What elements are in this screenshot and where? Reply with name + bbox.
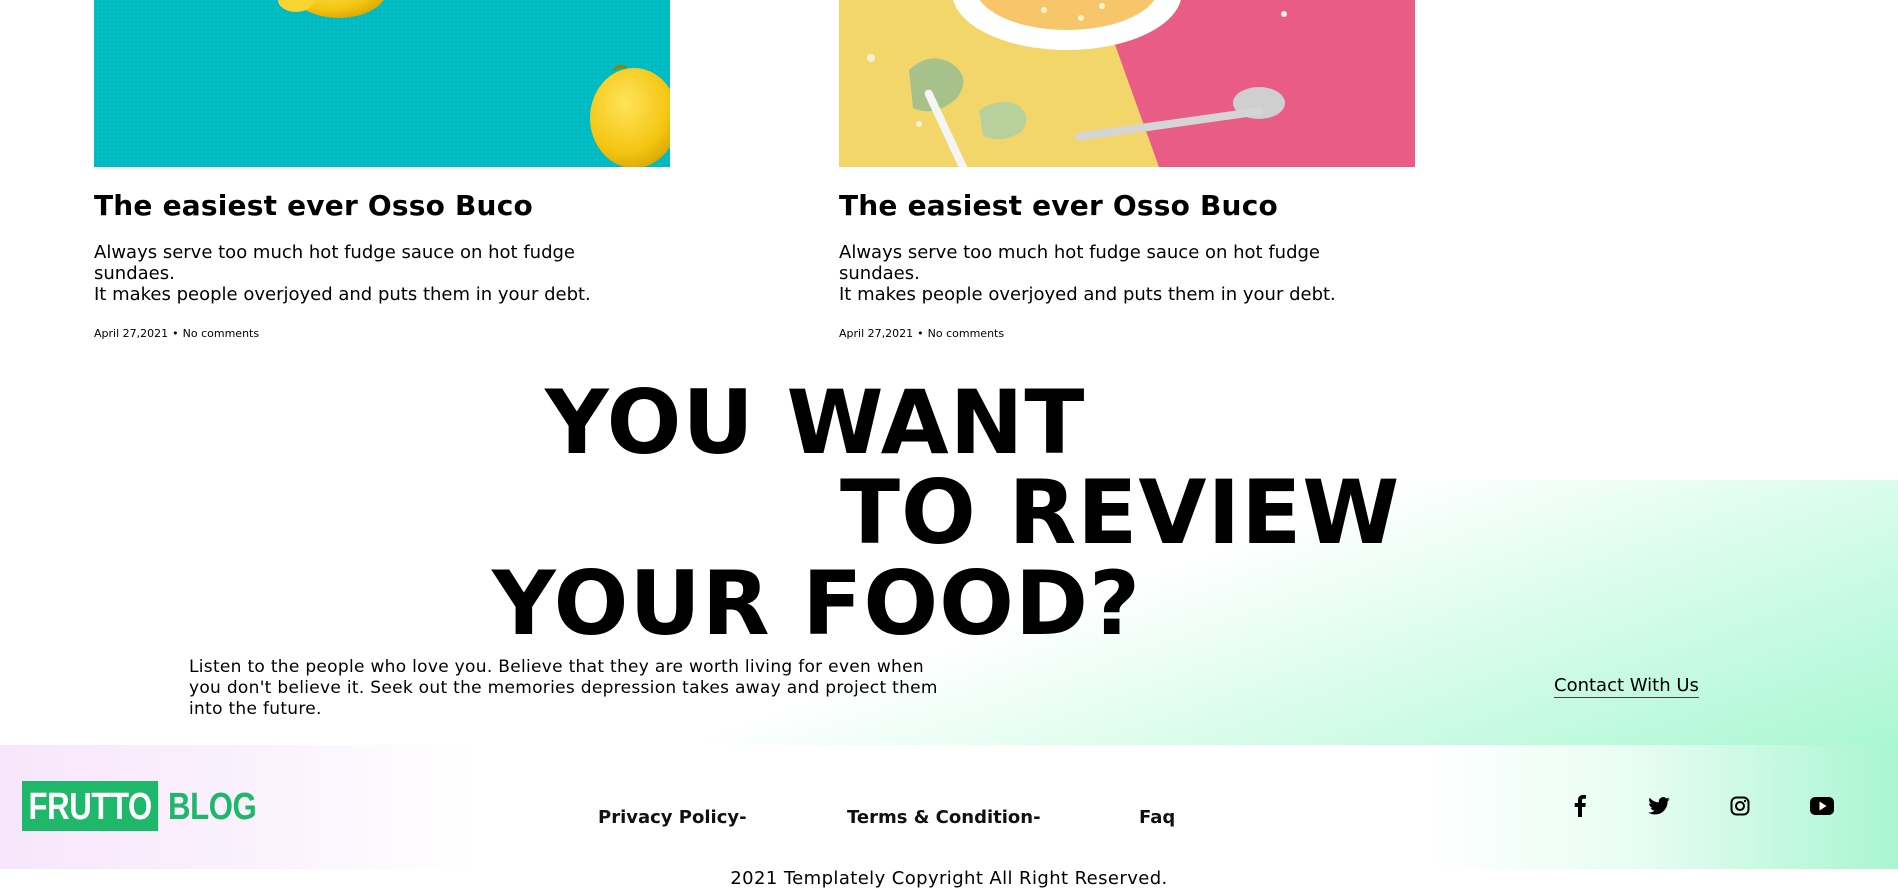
post-meta: April 27,2021 • No comments — [839, 327, 1415, 341]
excerpt-line: It makes people overjoyed and puts them … — [94, 284, 591, 305]
cta-text-line: you don't believe it. Seek out the memor… — [189, 678, 938, 698]
post-excerpt: Always serve too much hot fudge sauce on… — [839, 242, 1399, 305]
logo-part-frutto: FRUTTO — [22, 781, 159, 831]
post-excerpt: Always serve too much hot fudge sauce on… — [94, 242, 654, 305]
youtube-icon[interactable] — [1809, 793, 1835, 819]
site-footer: FRUTTO BLOG Privacy Policy- Terms & Cond… — [0, 745, 1898, 869]
excerpt-line: Always serve too much hot fudge sauce on… — [839, 242, 1321, 284]
terms-condition-link[interactable]: Terms & Condition- — [847, 807, 1041, 828]
cta-text-line: into the future. — [189, 699, 322, 719]
cta-description: Listen to the people who love you. Belie… — [189, 657, 949, 720]
frutto-blog-logo[interactable]: FRUTTO BLOG — [22, 781, 276, 831]
instagram-icon[interactable] — [1727, 793, 1753, 819]
cta-headline-line-1: YOU WANT — [545, 371, 1086, 474]
blog-post-card: The easiest ever Osso Buco Always serve … — [839, 0, 1415, 341]
faq-link[interactable]: Faq — [1139, 807, 1175, 828]
blog-post-card: The easiest ever Osso Buco Always serve … — [94, 0, 670, 341]
post-title[interactable]: The easiest ever Osso Buco — [94, 189, 670, 223]
meta-separator: • — [917, 327, 924, 340]
cta-text-line: Listen to the people who love you. Belie… — [189, 657, 924, 677]
post-image-lemons[interactable] — [94, 0, 670, 167]
privacy-policy-link[interactable]: Privacy Policy- — [598, 807, 747, 828]
post-date[interactable]: April 27,2021 — [94, 327, 168, 340]
post-comments-link[interactable]: No comments — [928, 327, 1004, 340]
logo-part-blog: BLOG — [168, 786, 257, 828]
post-meta: April 27,2021 • No comments — [94, 327, 670, 341]
cta-headline-line-3: YOUR FOOD? — [492, 552, 1142, 655]
excerpt-line: Always serve too much hot fudge sauce on… — [94, 242, 576, 284]
contact-with-us-link[interactable]: Contact With Us — [1554, 675, 1699, 698]
post-date[interactable]: April 27,2021 — [839, 327, 913, 340]
twitter-icon[interactable] — [1646, 793, 1672, 819]
cta-headline-line-2: TO REVIEW — [840, 461, 1401, 564]
facebook-icon[interactable] — [1567, 793, 1593, 819]
meta-separator: • — [172, 327, 179, 340]
post-title[interactable]: The easiest ever Osso Buco — [839, 189, 1415, 223]
excerpt-line: It makes people overjoyed and puts them … — [839, 284, 1336, 305]
post-image-soup[interactable] — [839, 0, 1415, 167]
post-comments-link[interactable]: No comments — [183, 327, 259, 340]
copyright-text: 2021 Templately Copyright All Right Rese… — [730, 868, 1168, 889]
